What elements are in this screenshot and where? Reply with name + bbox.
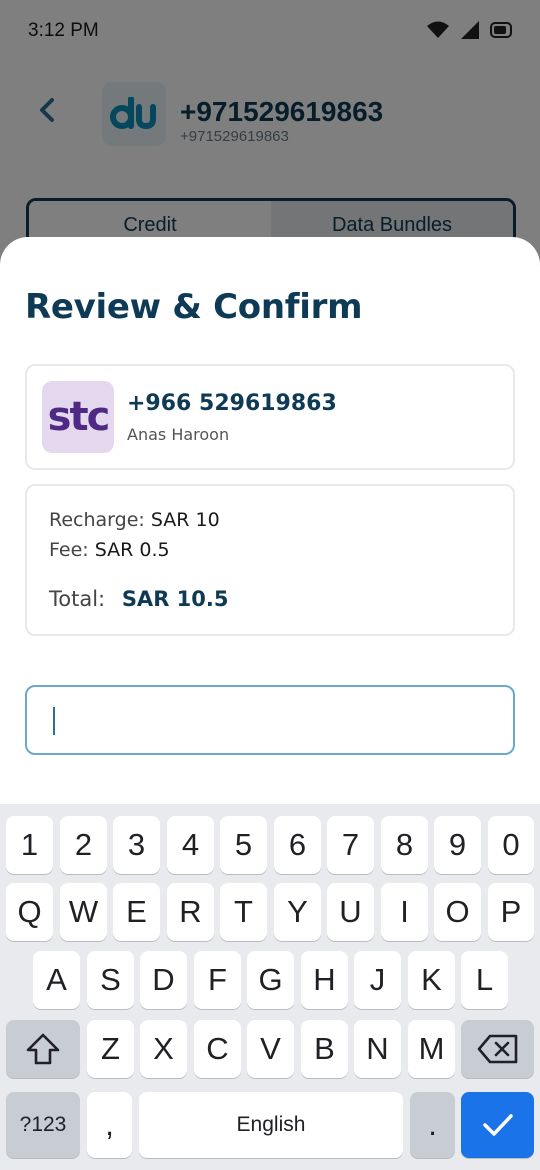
- key-t[interactable]: T: [220, 883, 267, 941]
- comma-key[interactable]: ,: [87, 1092, 132, 1158]
- spacebar-key[interactable]: English: [139, 1092, 403, 1158]
- key-l[interactable]: L: [461, 951, 508, 1009]
- recharge-value: SAR 10: [150, 509, 220, 531]
- key-5[interactable]: 5: [220, 816, 267, 874]
- key-x[interactable]: X: [140, 1020, 187, 1078]
- stc-logo-text: stc: [47, 394, 111, 440]
- key-s[interactable]: S: [87, 951, 134, 1009]
- pin-input-field[interactable]: [25, 685, 515, 755]
- recipient-card: stc +966 529619863 Anas Haroon: [25, 364, 515, 470]
- key-p[interactable]: P: [488, 883, 534, 941]
- key-g[interactable]: G: [247, 951, 294, 1009]
- key-6[interactable]: 6: [274, 816, 321, 874]
- total-label: Total:: [49, 587, 106, 611]
- key-4[interactable]: 4: [167, 816, 214, 874]
- checkmark-icon: [482, 1114, 513, 1136]
- key-v[interactable]: V: [247, 1020, 294, 1078]
- key-y[interactable]: Y: [274, 883, 321, 941]
- key-j[interactable]: J: [354, 951, 401, 1009]
- key-9[interactable]: 9: [434, 816, 481, 874]
- symbols-key[interactable]: ?123: [6, 1092, 80, 1158]
- key-2[interactable]: 2: [60, 816, 107, 874]
- key-n[interactable]: N: [354, 1020, 401, 1078]
- stc-operator-logo: stc: [42, 381, 114, 453]
- key-b[interactable]: B: [301, 1020, 348, 1078]
- key-h[interactable]: H: [301, 951, 348, 1009]
- key-c[interactable]: C: [194, 1020, 241, 1078]
- backspace-icon: [477, 1034, 517, 1064]
- key-z[interactable]: Z: [87, 1020, 134, 1078]
- total-value: SAR 10.5: [121, 587, 229, 611]
- key-a[interactable]: A: [33, 951, 80, 1009]
- payment-summary-card: Recharge: SAR 10 Fee: SAR 0.5 Total: SAR…: [25, 484, 515, 636]
- enter-key[interactable]: [461, 1092, 534, 1158]
- fee-value: SAR 0.5: [94, 539, 170, 561]
- fee-label: Fee:: [49, 539, 89, 561]
- key-k[interactable]: K: [408, 951, 455, 1009]
- fee-row: Fee: SAR 0.5: [49, 539, 170, 561]
- total-row: Total: SAR 10.5: [49, 587, 228, 611]
- sheet-title: Review & Confirm: [25, 287, 363, 327]
- key-f[interactable]: F: [194, 951, 241, 1009]
- key-i[interactable]: I: [381, 883, 428, 941]
- text-caret: [53, 707, 55, 735]
- key-0[interactable]: 0: [488, 816, 534, 874]
- key-o[interactable]: O: [434, 883, 481, 941]
- shift-key[interactable]: [6, 1020, 80, 1078]
- keyboard-row-qwerty: Q W E R T Y U I O P: [0, 883, 540, 941]
- recharge-label: Recharge:: [49, 509, 145, 531]
- recipient-name: Anas Haroon: [127, 425, 230, 444]
- key-8[interactable]: 8: [381, 816, 428, 874]
- key-e[interactable]: E: [113, 883, 160, 941]
- key-u[interactable]: U: [327, 883, 374, 941]
- period-key[interactable]: .: [410, 1092, 455, 1158]
- shift-arrow-icon: [26, 1033, 60, 1065]
- key-3[interactable]: 3: [113, 816, 160, 874]
- keyboard-row-numbers: 1 2 3 4 5 6 7 8 9 0: [0, 816, 540, 874]
- recharge-row: Recharge: SAR 10: [49, 509, 220, 531]
- key-m[interactable]: M: [408, 1020, 455, 1078]
- key-q[interactable]: Q: [6, 883, 53, 941]
- backspace-key[interactable]: [461, 1020, 534, 1078]
- keyboard-row-bottom: ?123 , English .: [0, 1092, 540, 1158]
- key-w[interactable]: W: [60, 883, 107, 941]
- onscreen-keyboard: 1 2 3 4 5 6 7 8 9 0 Q W E R T Y U I O P …: [0, 804, 540, 1170]
- key-d[interactable]: D: [140, 951, 187, 1009]
- key-7[interactable]: 7: [327, 816, 374, 874]
- key-r[interactable]: R: [167, 883, 214, 941]
- pin-input[interactable]: [29, 689, 511, 751]
- key-1[interactable]: 1: [6, 816, 53, 874]
- recipient-phone-number: +966 529619863: [127, 391, 337, 416]
- keyboard-row-asdf: A S D F G H J K L: [0, 951, 540, 1009]
- keyboard-row-zxcv: Z X C V B N M: [0, 1020, 540, 1078]
